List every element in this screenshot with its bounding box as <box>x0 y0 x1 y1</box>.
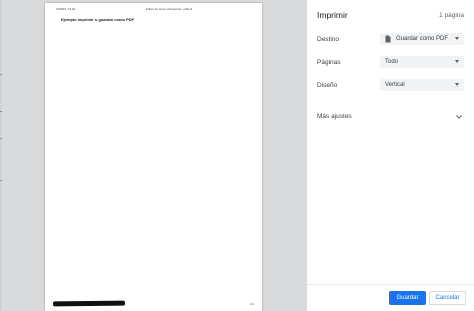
print-settings-panel: Imprimir 1 página Destino Guardar como P… <box>307 0 474 311</box>
chevron-down-icon <box>456 115 462 119</box>
destination-value: Guardar como PDF <box>396 35 449 42</box>
caret-down-icon <box>455 37 459 40</box>
edge-mark <box>0 111 2 112</box>
edge-mark <box>0 180 2 181</box>
print-preview-area: 19/8/22, 13:40 Editor de texto enriqueci… <box>0 0 307 311</box>
cancel-button[interactable]: Cancelar <box>429 291 466 305</box>
layout-select[interactable]: Vertical <box>380 79 464 91</box>
caret-down-icon <box>455 83 459 86</box>
preview-page: 19/8/22, 13:40 Editor de texto enriqueci… <box>45 3 262 311</box>
pages-label: Páginas <box>317 59 341 66</box>
layout-label: Diseño <box>317 82 338 89</box>
pages-value: Todo <box>385 58 399 65</box>
footer-divider <box>307 284 474 285</box>
page-heading: Ejemplo imprimir o guardar como PDF <box>61 17 135 22</box>
page-header-datetime: 19/8/22, 13:40 <box>56 7 76 11</box>
caret-down-icon <box>455 60 459 63</box>
edge-mark <box>0 138 2 139</box>
pages-select[interactable]: Todo <box>380 56 464 68</box>
destination-label: Destino <box>317 36 340 43</box>
more-settings-label: Más ajustes <box>317 113 352 120</box>
page-header-title: Editor de texto enriquecido, editor1 <box>146 7 193 11</box>
dialog-title: Imprimir <box>317 10 348 20</box>
more-settings-toggle[interactable]: Más ajustes <box>310 108 465 126</box>
destination-select[interactable]: Guardar como PDF <box>380 33 464 45</box>
left-window-edge <box>0 0 2 311</box>
sheet-count: 1 página <box>439 12 464 19</box>
redacted-footer-url <box>52 300 126 307</box>
layout-value: Vertical <box>385 81 405 88</box>
pdf-file-icon <box>385 35 391 43</box>
save-button[interactable]: Guardar <box>389 291 426 305</box>
edge-mark <box>0 74 2 75</box>
page-number: 1/1 <box>249 302 254 306</box>
